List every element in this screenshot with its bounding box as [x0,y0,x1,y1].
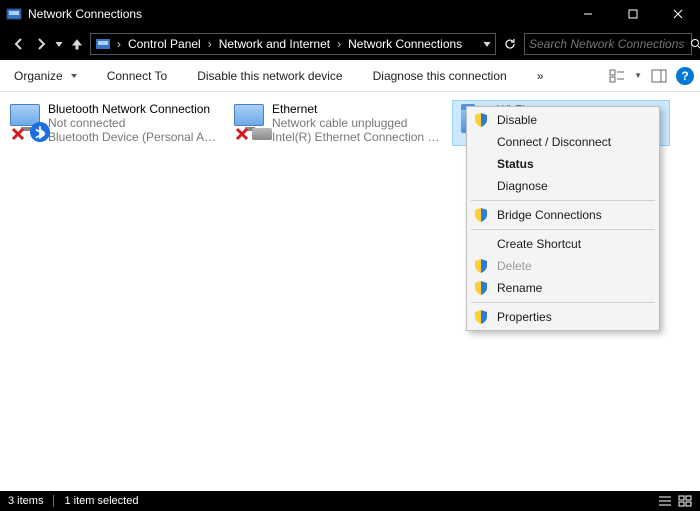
search-box[interactable] [524,33,692,55]
shield-icon [473,112,489,128]
window-buttons [565,0,700,28]
menu-disable[interactable]: Disable [469,109,657,131]
menu-connect-disconnect[interactable]: Connect / Disconnect [469,131,657,153]
up-button[interactable] [66,33,88,55]
connect-to-label: Connect To [107,69,168,83]
connection-device: Bluetooth Device (Personal Area ... [48,130,218,144]
shield-icon [473,258,489,274]
menu-shortcut-label: Create Shortcut [497,237,581,251]
large-icons-view-icon[interactable] [678,495,692,507]
address-dropdown-icon[interactable] [479,33,495,55]
connection-bluetooth[interactable]: Bluetooth Network Connection Not connect… [4,100,222,146]
menu-delete: Delete [469,255,657,277]
maximize-button[interactable] [610,0,655,28]
menu-rename[interactable]: Rename [469,277,657,299]
disable-device-button[interactable]: Disable this network device [189,65,350,87]
shield-icon [473,280,489,296]
window-title: Network Connections [28,7,565,21]
help-button[interactable]: ? [676,67,694,85]
status-separator [53,495,54,507]
menu-status[interactable]: Status [469,153,657,175]
close-button[interactable] [655,0,700,28]
navbar: › Control Panel › Network and Internet ›… [0,28,700,60]
menu-disable-label: Disable [497,113,537,127]
forward-button[interactable] [30,33,52,55]
ethernet-plug-icon [252,128,272,140]
details-view-icon[interactable] [658,495,672,507]
command-bar: Organize Connect To Disable this network… [0,60,700,92]
menu-create-shortcut[interactable]: Create Shortcut [469,233,657,255]
search-icon[interactable] [690,38,700,50]
menu-bridge[interactable]: Bridge Connections [469,204,657,226]
diagnose-button[interactable]: Diagnose this connection [365,65,515,87]
shield-icon [473,207,489,223]
refresh-button[interactable] [502,33,518,55]
disable-device-label: Disable this network device [197,69,342,83]
diagnose-label: Diagnose this connection [373,69,507,83]
overflow-label: » [537,69,544,83]
preview-pane-button[interactable] [648,65,670,87]
connection-status: Not connected [48,116,218,130]
connection-status: Network cable unplugged [272,116,442,130]
crumb-network-connections[interactable]: Network Connections [343,34,467,54]
menu-diagnose-label: Diagnose [497,179,548,193]
titlebar: Network Connections [0,0,700,28]
organize-menu[interactable]: Organize [6,65,85,87]
menu-status-label: Status [497,157,534,171]
chevron-right-icon[interactable]: › [335,37,343,51]
location-icon [95,36,111,52]
chevron-down-icon[interactable]: ▼ [634,71,642,80]
menu-separator [471,200,655,201]
menu-connect-label: Connect / Disconnect [497,135,611,149]
ethernet-adapter-icon [232,102,272,142]
recent-dropdown-icon[interactable] [52,33,66,55]
error-x-icon [10,126,26,142]
search-input[interactable] [525,37,690,51]
crumb-network-and-internet[interactable]: Network and Internet [214,34,335,54]
connection-device: Intel(R) Ethernet Connection (3) I... [272,130,442,144]
crumb-control-panel[interactable]: Control Panel [123,34,206,54]
control-panel-icon [6,6,22,22]
connection-name: Bluetooth Network Connection [48,102,218,116]
status-selection: 1 item selected [64,495,138,507]
menu-properties-label: Properties [497,310,552,324]
menu-rename-label: Rename [497,281,542,295]
menu-diagnose[interactable]: Diagnose [469,175,657,197]
error-x-icon [234,126,250,142]
bluetooth-adapter-icon [8,102,48,142]
menu-separator [471,229,655,230]
menu-properties[interactable]: Properties [469,306,657,328]
status-item-count: 3 items [8,495,43,507]
connect-to-button[interactable]: Connect To [99,65,176,87]
chevron-right-icon[interactable]: › [115,37,123,51]
organize-label: Organize [14,69,63,83]
overflow-button[interactable]: » [529,65,552,87]
content-area: Bluetooth Network Connection Not connect… [0,92,700,495]
connection-name: Ethernet [272,102,442,116]
address-bar[interactable]: › Control Panel › Network and Internet ›… [90,33,496,55]
view-options-button[interactable] [606,65,628,87]
menu-delete-label: Delete [497,259,532,273]
chevron-right-icon[interactable]: › [206,37,214,51]
back-button[interactable] [8,33,30,55]
menu-separator [471,302,655,303]
menu-bridge-label: Bridge Connections [497,208,602,222]
bluetooth-icon [30,122,50,142]
connection-ethernet[interactable]: Ethernet Network cable unplugged Intel(R… [228,100,446,146]
minimize-button[interactable] [565,0,610,28]
context-menu: Disable Connect / Disconnect Status Diag… [466,106,660,331]
status-bar: 3 items 1 item selected [0,491,700,511]
shield-icon [473,309,489,325]
